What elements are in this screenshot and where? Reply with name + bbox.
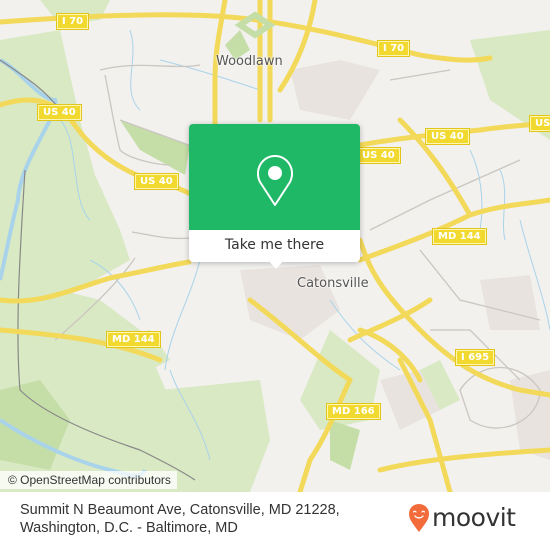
road-shield-us40: US 40 [37,104,82,121]
road-shield-i70: I 70 [376,40,411,57]
road-shield-us40: US 40 [134,173,179,190]
popup-header [189,124,360,230]
address-line-2: Washington, D.C. - Baltimore, MD [20,520,238,536]
address: Summit N Beaumont Ave, Catonsville, MD 2… [20,501,340,537]
location-popup: Take me there [189,124,360,269]
road-shield-md144: MD 144 [432,228,487,245]
road-shield-i70: I 70 [55,13,90,30]
map-pin-icon [256,155,294,206]
take-me-there-button[interactable]: Take me there [189,230,360,262]
road-shield-i695: I 695 [454,349,496,366]
road-shield-us40: US 40 [356,147,401,164]
moovit-logo[interactable]: moovit [408,502,516,534]
address-line-1: Summit N Beaumont Ave, Catonsville, MD 2… [20,502,340,518]
moovit-wordmark: moovit [432,503,516,532]
place-label-catonsville: Catonsville [297,276,369,291]
moovit-smiley-pin-icon [409,504,429,532]
map-view[interactable]: Woodlawn Catonsville I 70 I 70 US 40 US … [0,0,550,492]
popup-pointer [267,259,285,269]
road-shield-us40: US 40 [425,128,470,145]
map-attribution[interactable]: © OpenStreetMap contributors [0,471,177,489]
place-label-woodlawn: Woodlawn [216,54,283,69]
road-shield-md166: MD 166 [326,403,381,420]
footer: Summit N Beaumont Ave, Catonsville, MD 2… [0,492,550,550]
road-shield-md144: MD 144 [106,331,161,348]
road-shield-us40: US [528,115,550,132]
